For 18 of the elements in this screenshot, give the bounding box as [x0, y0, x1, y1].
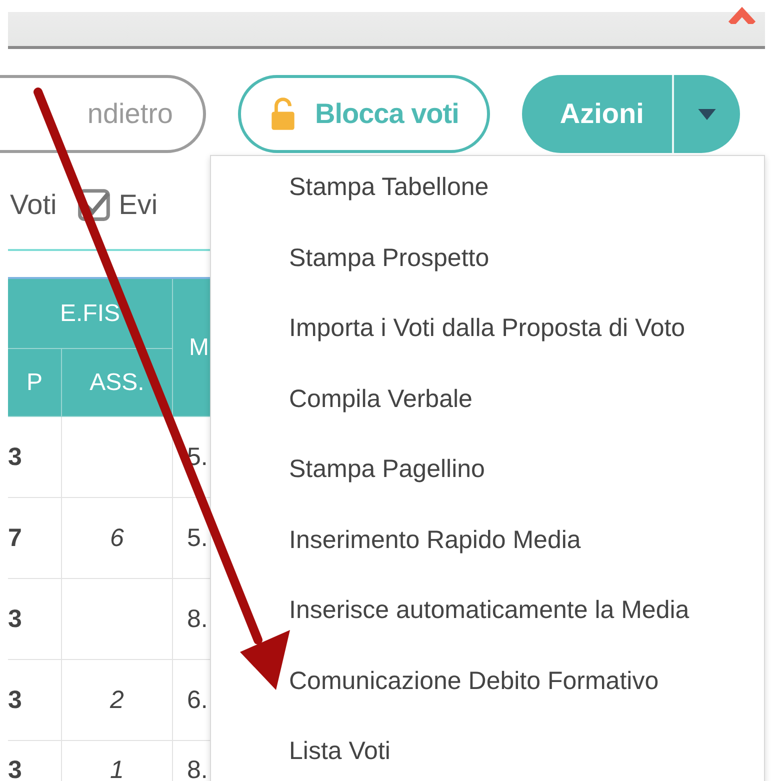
- table-cell: 3: [8, 579, 62, 660]
- option-label: Voti: [10, 189, 57, 221]
- caret-icon: [698, 108, 716, 120]
- menu-item[interactable]: Stampa Tabellone: [211, 173, 764, 244]
- dropdown-toggle[interactable]: [674, 75, 740, 153]
- table-cell: 3: [8, 660, 62, 741]
- table-cell: 6: [62, 498, 173, 579]
- padlock-icon: [269, 97, 297, 131]
- option-label: Evi: [118, 189, 158, 221]
- table-cell: 7: [8, 498, 62, 579]
- table-cell: 3: [8, 417, 62, 498]
- table-cell: 3: [8, 741, 62, 781]
- column-header: P: [8, 349, 62, 417]
- table-cell: 2: [62, 660, 173, 741]
- close-icon[interactable]: [727, 4, 757, 24]
- column-group-header: E.FIS: [8, 279, 173, 349]
- column-header: ASS.: [62, 349, 173, 417]
- table-cell: 1: [62, 741, 173, 781]
